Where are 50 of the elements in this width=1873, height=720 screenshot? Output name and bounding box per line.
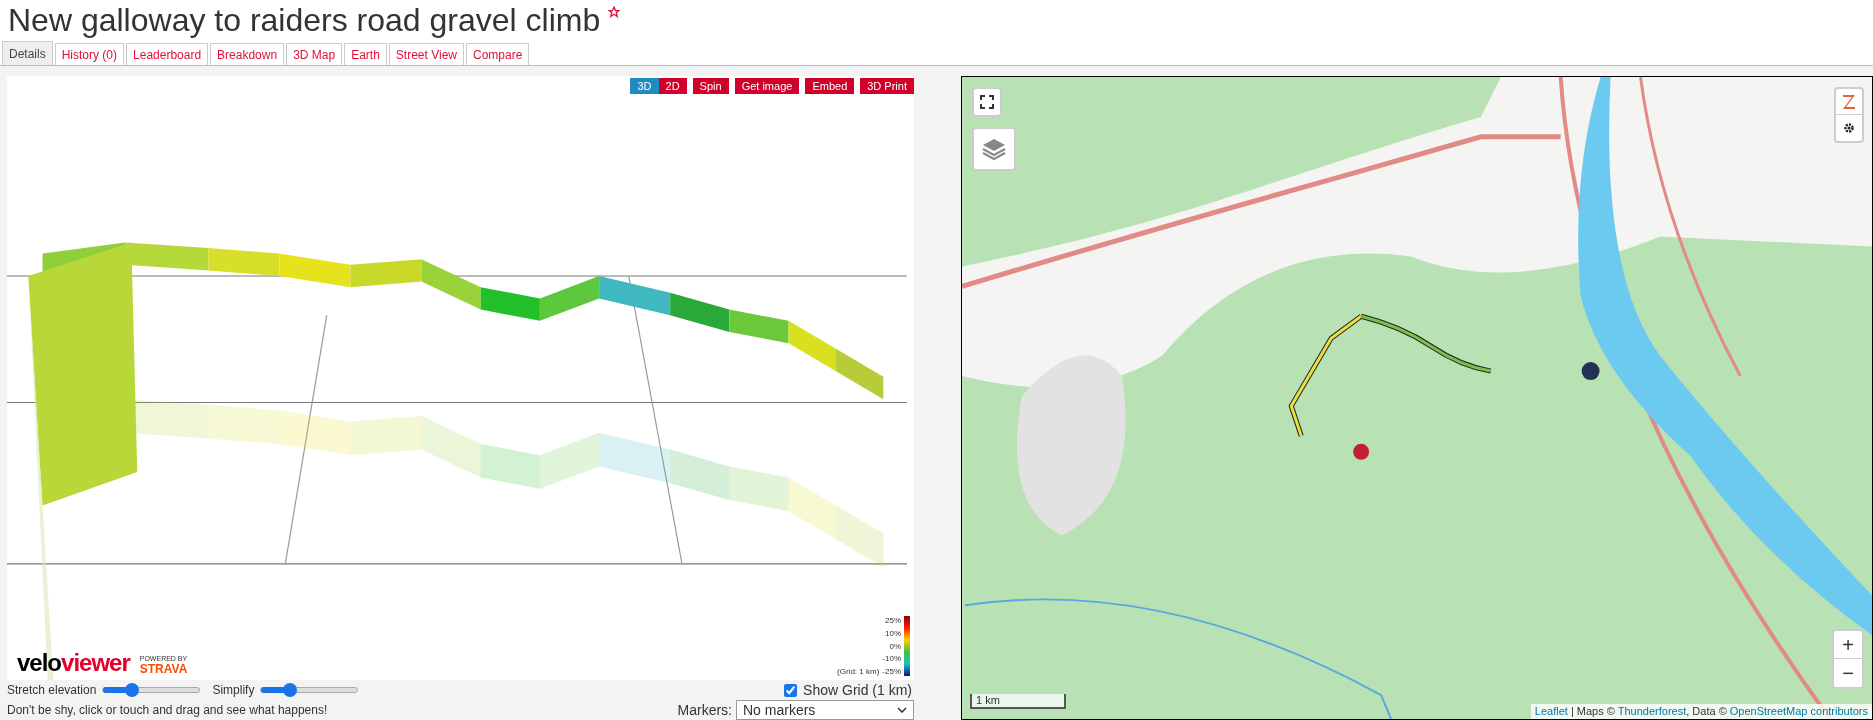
- action-button[interactable]: Spin: [692, 78, 729, 94]
- layers-icon: [981, 137, 1007, 161]
- map-panel[interactable]: + − 1 km Leaflet | Maps © Thunderforest, Data © OpenStreetMap contributors: [961, 76, 1873, 720]
- action-button[interactable]: Get image: [734, 78, 800, 94]
- fullscreen-icon: [980, 95, 994, 109]
- logo-text: velo: [17, 650, 62, 676]
- tab[interactable]: Compare: [466, 43, 530, 65]
- slider-label: Stretch elevation: [7, 682, 97, 699]
- tab[interactable]: 3D Map: [286, 43, 343, 65]
- tab[interactable]: Details: [2, 41, 53, 65]
- settings-icon: [1843, 122, 1855, 134]
- tab[interactable]: Leaderboard: [126, 43, 209, 65]
- zoom-in-button[interactable]: +: [1834, 631, 1862, 659]
- tab[interactable]: Breakdown: [210, 43, 285, 65]
- gradient-legend-bar: [904, 616, 910, 676]
- logo-text: viewer: [61, 650, 130, 676]
- slider-thumb[interactable]: [125, 683, 140, 697]
- markers-dropdown[interactable]: No markers: [736, 700, 914, 720]
- tab[interactable]: Street View: [388, 43, 464, 65]
- chevron-down-icon: [897, 707, 907, 713]
- tab[interactable]: Earth: [344, 43, 387, 65]
- fullscreen-button[interactable]: [972, 87, 1002, 117]
- attribution-link[interactable]: Leaflet: [1534, 705, 1568, 717]
- checkbox[interactable]: [784, 683, 798, 697]
- slider-label: Simplify: [212, 682, 255, 699]
- scale-bar: 1 km: [970, 694, 1066, 709]
- tab[interactable]: History (0): [54, 43, 125, 65]
- legend-label: 25%: [885, 616, 901, 625]
- attribution-text: | Maps ©: [1569, 705, 1616, 717]
- attribution-text: , Data ©: [1686, 705, 1728, 717]
- layers-button[interactable]: [972, 127, 1016, 171]
- action-button[interactable]: Embed: [805, 78, 855, 94]
- legend-label: 0%: [889, 641, 901, 651]
- slider-thumb[interactable]: [283, 683, 298, 697]
- action-button[interactable]: 3D Print: [860, 78, 914, 94]
- legend-label: -25%: [882, 667, 901, 676]
- attribution-link[interactable]: OpenStreetMap contributors: [1729, 705, 1868, 717]
- checkbox-label: Show Grid (1 km): [803, 680, 912, 700]
- star-icon[interactable]: [608, 6, 621, 18]
- legend-label: -10%: [882, 654, 901, 664]
- markers-label: Markers:: [677, 700, 732, 720]
- z-logo-icon: [1842, 93, 1856, 110]
- view-mode-toggle[interactable]: 3D: [630, 78, 659, 94]
- zoom-out-button[interactable]: −: [1834, 659, 1862, 687]
- view-mode-toggle[interactable]: 2D: [658, 78, 687, 94]
- hint-text: Don't be shy, click or touch and drag and see what happens!: [7, 702, 328, 719]
- legend-label: 10%: [885, 628, 901, 638]
- legend-note: (Grid: 1 km): [837, 667, 880, 676]
- brand-text: STRAVA: [139, 663, 188, 676]
- page-title: New galloway to raiders road gravel climb: [8, 1, 601, 40]
